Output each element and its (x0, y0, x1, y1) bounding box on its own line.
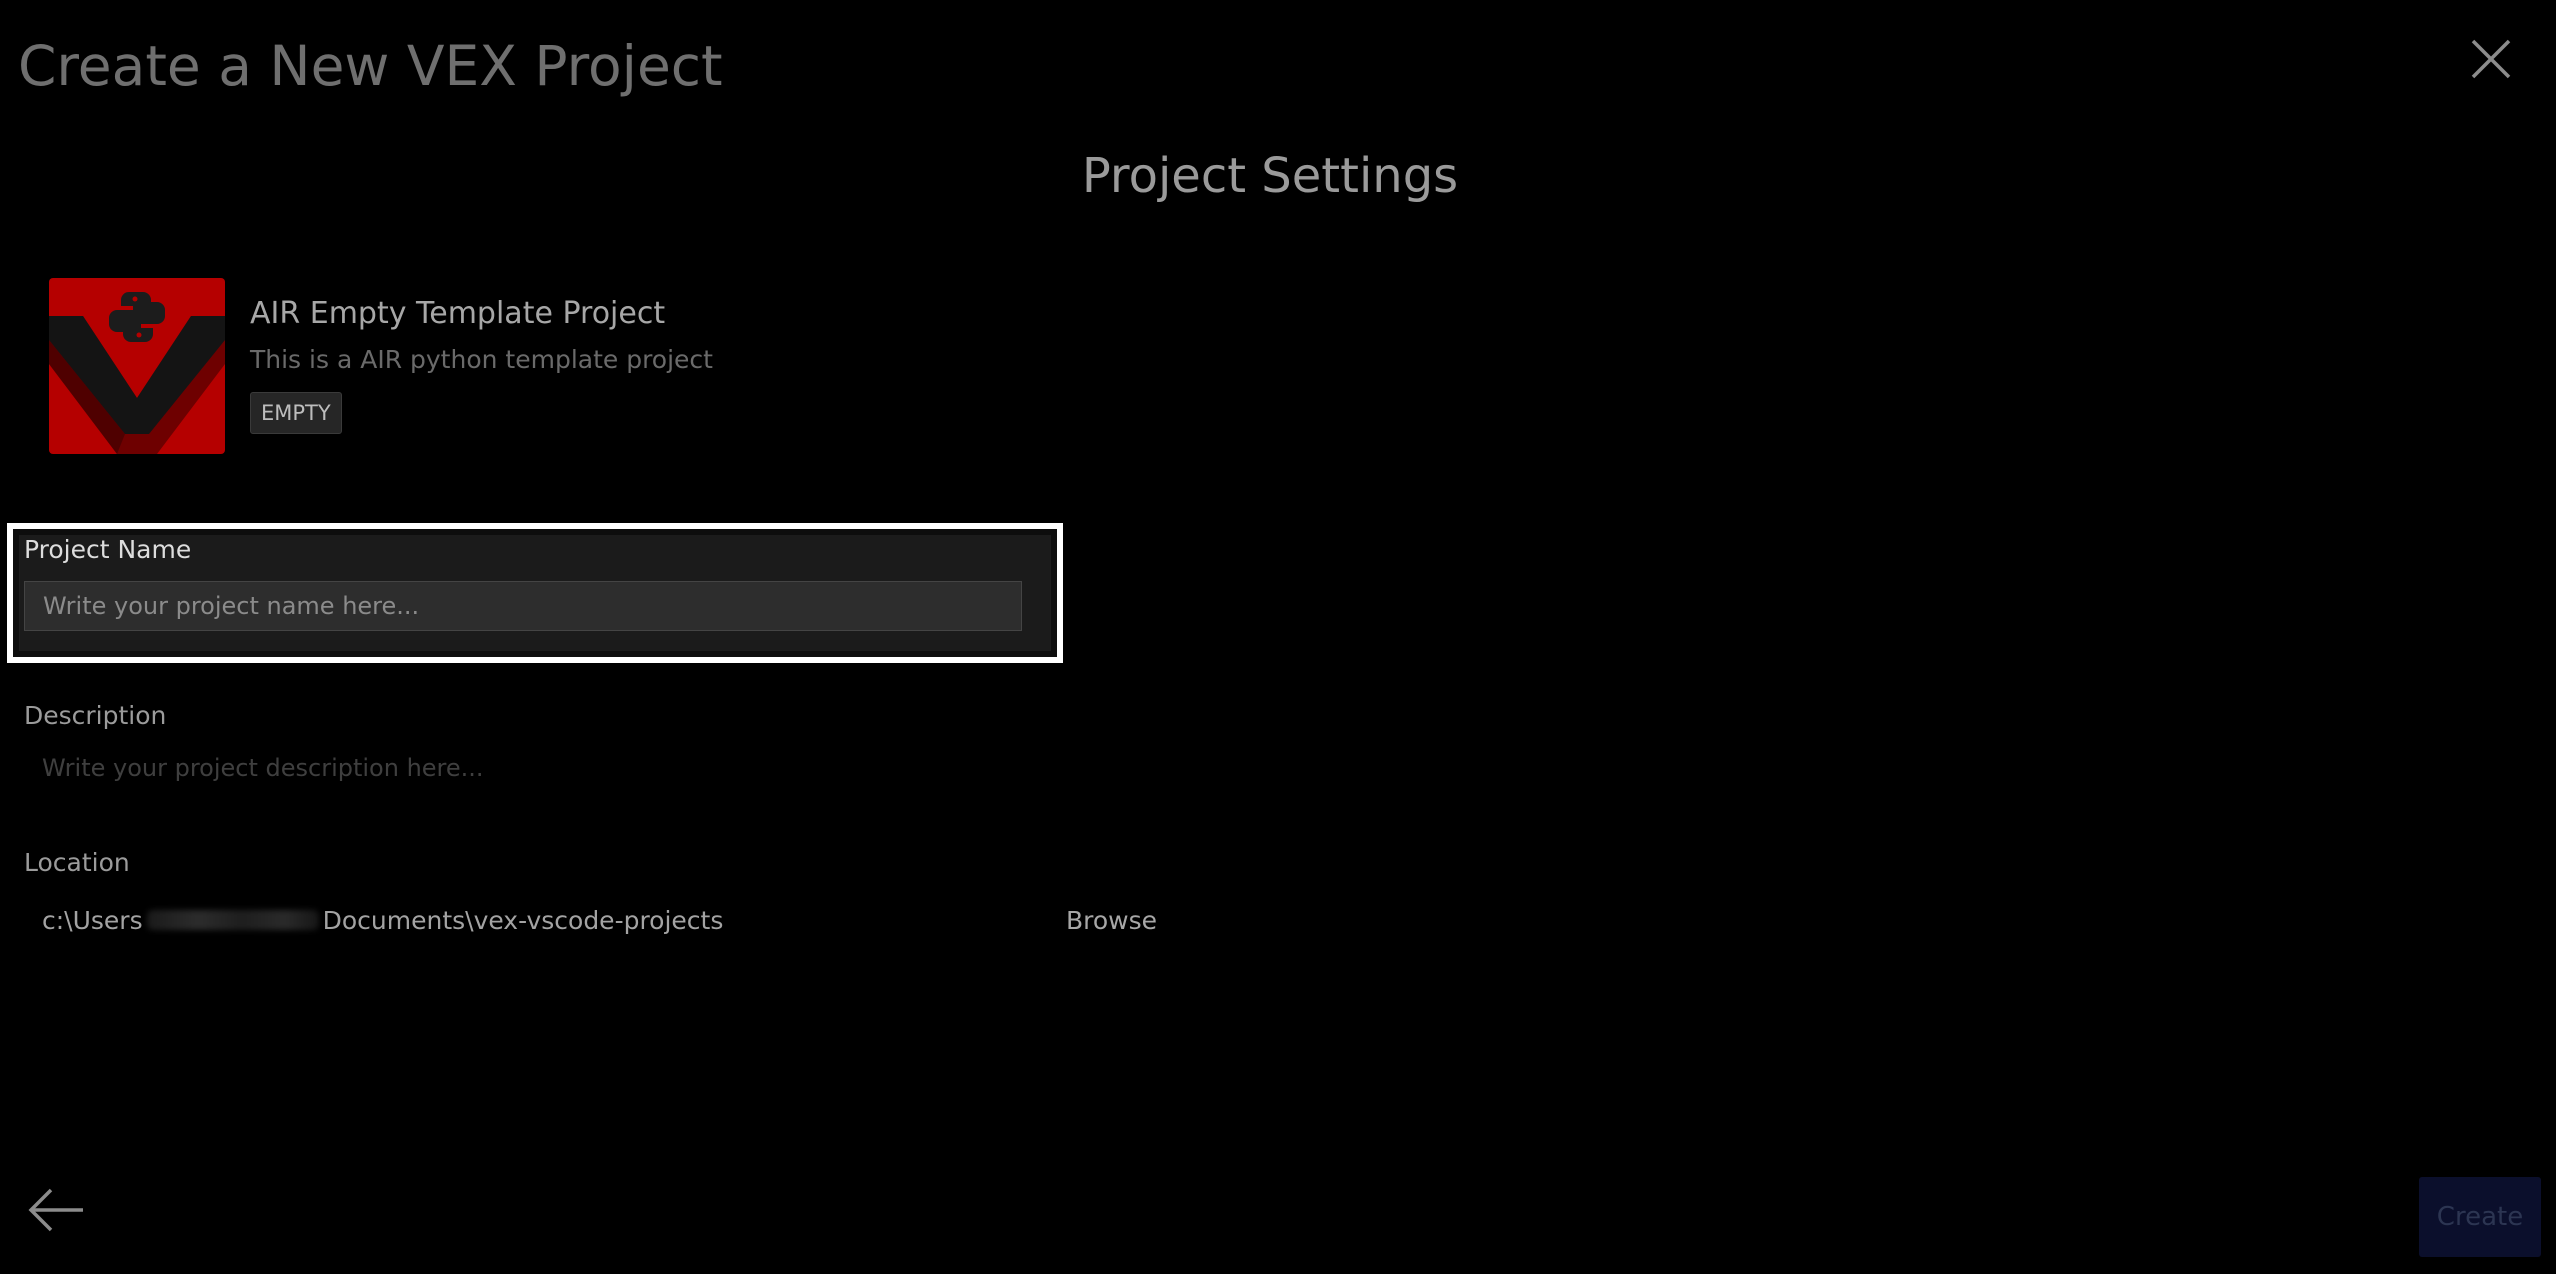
location-path-prefix: c:\Users (42, 905, 143, 935)
template-description: This is a AIR python template project (250, 345, 713, 374)
project-name-input[interactable] (24, 581, 1022, 631)
close-button[interactable] (2458, 26, 2524, 92)
template-info: AIR Empty Template Project This is a AIR… (250, 278, 713, 434)
vex-python-logo-icon (49, 278, 225, 454)
project-name-label: Project Name (24, 535, 192, 564)
new-project-dialog: Create a New VEX Project Project Setting… (0, 0, 2556, 1274)
template-card: AIR Empty Template Project This is a AIR… (49, 278, 713, 454)
redacted-username (146, 910, 319, 930)
location-path: c:\Users Documents\vex-vscode-projects (24, 898, 1024, 942)
description-input[interactable] (24, 744, 1024, 792)
close-icon (2471, 39, 2511, 79)
template-badge: EMPTY (250, 392, 342, 434)
location-path-suffix: Documents\vex-vscode-projects (322, 905, 724, 935)
browse-button[interactable]: Browse (1066, 906, 1157, 935)
description-label: Description (24, 701, 167, 730)
template-name: AIR Empty Template Project (250, 296, 666, 331)
back-button[interactable] (22, 1180, 90, 1240)
section-title: Project Settings (1081, 148, 1459, 204)
create-button[interactable]: Create (2419, 1177, 2541, 1257)
dialog-title: Create a New VEX Project (18, 34, 723, 98)
arrow-left-icon (28, 1188, 83, 1232)
location-label: Location (24, 848, 130, 877)
